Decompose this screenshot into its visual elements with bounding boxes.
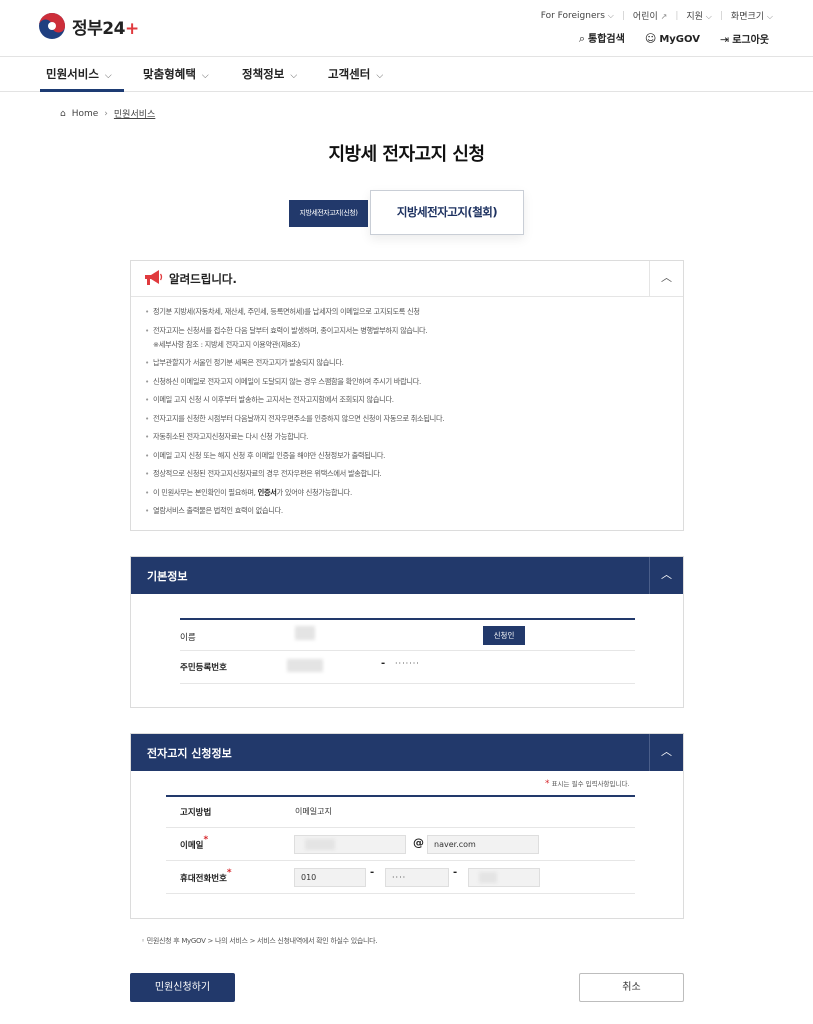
rrn-label: 주민등록번호 bbox=[180, 663, 227, 673]
header: 정부24+ For Foreigners ⌵ | 어린이 ↗ | 지원 ⌵ | … bbox=[0, 0, 813, 56]
phone-label: 휴대전화번호* bbox=[180, 868, 232, 884]
logo-text: 정부24 bbox=[72, 18, 125, 39]
support-link[interactable]: 지원 ⌵ bbox=[686, 9, 712, 22]
notice-apply-title: 전자고지 신청정보 bbox=[147, 747, 232, 760]
chevron-up-icon: ︿ bbox=[661, 271, 672, 284]
list-item: 전자고지를 신청한 시점부터 다음날까지 전자우편주소를 인증하지 않으면 신청… bbox=[145, 414, 669, 424]
email-label: 이메일* bbox=[180, 835, 209, 851]
notice-list: 정기분 지방세(자동차세, 재산세, 주민세, 등록면허세)를 납세자의 이메일… bbox=[131, 297, 683, 516]
breadcrumb-home[interactable]: Home bbox=[72, 109, 99, 119]
required-star: * bbox=[226, 868, 232, 878]
external-link-icon: ↗ bbox=[660, 12, 668, 21]
megaphone-icon bbox=[145, 270, 163, 285]
gnb-customer-center[interactable]: 고객센터 ⌵ bbox=[328, 57, 383, 92]
main-navigation: 민원서비스 ⌵ 맞춤형혜택 ⌵ 정책정보 ⌵ 고객센터 ⌵ bbox=[0, 56, 813, 92]
chevron-up-icon: ︿ bbox=[661, 745, 672, 758]
name-label: 이름 bbox=[180, 633, 196, 643]
notice-header: 알려드립니다. ︿ bbox=[131, 261, 683, 297]
list-item: 정기분 지방세(자동차세, 재산세, 주민세, 등록면허세)를 납세자의 이메일… bbox=[145, 307, 669, 317]
user-icon: ☺ bbox=[644, 31, 657, 45]
chevron-up-icon: ︿ bbox=[661, 568, 672, 581]
notice-box: 알려드립니다. ︿ 정기분 지방세(자동차세, 재산세, 주민세, 등록면허세)… bbox=[130, 260, 684, 531]
chevron-down-icon: ⌵ bbox=[104, 71, 112, 81]
kids-link[interactable]: 어린이 ↗ bbox=[633, 9, 667, 22]
notice-apply-header: 전자고지 신청정보 ︿ bbox=[131, 734, 683, 771]
name-value-blurred bbox=[295, 626, 315, 640]
applicant-button[interactable]: 신청인 bbox=[483, 626, 525, 645]
tab-apply[interactable]: 지방세전자고지(신청) bbox=[289, 200, 368, 227]
search-icon: ⌕ bbox=[578, 32, 586, 45]
list-item: 열람서비스 출력물은 법적인 효력이 없습니다. bbox=[145, 506, 669, 516]
email-domain-input[interactable]: naver.com bbox=[427, 835, 539, 854]
logout-icon: ⇥ bbox=[719, 32, 730, 46]
top-actions: ⌕ 통합검색 ☺ MyGOV ⇥ 로그아웃 bbox=[579, 30, 769, 46]
chevron-down-icon: ⌵ bbox=[607, 10, 614, 20]
list-item: 신청하신 이메일로 전자고지 이메일이 도달되지 않는 경우 스팸함을 확인하여… bbox=[145, 377, 669, 387]
utility-menu: For Foreigners ⌵ | 어린이 ↗ | 지원 ⌵ | 화면크기 ⌵ bbox=[540, 9, 773, 23]
list-item: 이 민원사무는 본인확인이 필요하며, 인증서가 있어야 신청가능합니다. bbox=[145, 488, 669, 498]
phone-last-input[interactable] bbox=[468, 868, 540, 887]
chevron-down-icon: ⌵ bbox=[705, 12, 712, 21]
list-item: 이메일 고지 신청 시 이후부터 발송하는 고지서는 전자고지함에서 조회되지 … bbox=[145, 395, 669, 405]
email-id-input[interactable] bbox=[294, 835, 406, 854]
page-title: 지방세 전자고지 신청 bbox=[328, 144, 485, 165]
phone-dash: - bbox=[370, 867, 375, 878]
list-item: 정상적으로 신청된 전자고지신청자료의 경우 전자우편은 위택스에서 발송합니다… bbox=[145, 469, 669, 479]
phone-first-input[interactable]: 010 bbox=[294, 868, 366, 887]
method-value: 이메일고지 bbox=[295, 807, 332, 816]
logout-button[interactable]: ⇥ 로그아웃 bbox=[720, 31, 769, 46]
collapse-toggle[interactable]: ︿ bbox=[649, 557, 683, 594]
at-sign: @ bbox=[413, 836, 424, 849]
chevron-down-icon: ⌵ bbox=[766, 12, 773, 21]
list-item: 이메일 고지 신청 또는 해지 신청 후 이메일 인증을 해야만 신청정보가 출… bbox=[145, 451, 669, 461]
basic-info-section: 기본정보 ︿ 이름 신청인 주민등록번호 - ······· bbox=[130, 556, 684, 708]
list-item: 납부관할지가 서울인 정기분 세목은 전자고지가 발송되지 않습니다. bbox=[145, 358, 669, 368]
required-star: * bbox=[545, 779, 550, 789]
mygov-button[interactable]: ☺ MyGOV bbox=[645, 32, 700, 45]
phone-dash: - bbox=[453, 867, 458, 878]
breadcrumb: ⌂ Home › 민원서비스 bbox=[60, 107, 155, 121]
chevron-down-icon: ⌵ bbox=[290, 71, 298, 81]
gnb-custom-benefits[interactable]: 맞춤형혜택 ⌵ bbox=[143, 57, 209, 92]
breadcrumb-current[interactable]: 민원서비스 bbox=[114, 107, 155, 120]
cert-emphasis: 인증서 bbox=[257, 487, 277, 497]
required-star: * bbox=[203, 835, 209, 845]
rrn-front-blurred bbox=[287, 659, 323, 672]
cancel-button[interactable]: 취소 bbox=[579, 973, 684, 1002]
notice-apply-section: 전자고지 신청정보 ︿ * 표시는 필수 입력사항입니다. 고지방법 이메일고지… bbox=[130, 733, 684, 919]
chevron-down-icon: ⌵ bbox=[201, 71, 209, 81]
taegeuk-logo-icon bbox=[39, 13, 65, 39]
logo-plus: + bbox=[124, 18, 139, 39]
submit-button[interactable]: 민원신청하기 bbox=[130, 973, 235, 1002]
gnb-policy-info[interactable]: 정책정보 ⌵ bbox=[242, 57, 297, 92]
method-label: 고지방법 bbox=[180, 808, 212, 818]
for-foreigners-link[interactable]: For Foreigners ⌵ bbox=[541, 11, 614, 21]
chevron-down-icon: ⌵ bbox=[376, 71, 384, 81]
list-item: 자동취소된 전자고지신청자료는 다시 신청 가능합니다. bbox=[145, 432, 669, 442]
tab-withdraw[interactable]: 지방세전자고지(철회) bbox=[370, 190, 524, 235]
home-icon: ⌂ bbox=[60, 108, 66, 119]
notice-sub-note: ※세부사항 참조 : 지방세 전자고지 이용약관(제8조) bbox=[153, 339, 300, 349]
gnb-civil-service[interactable]: 민원서비스 ⌵ bbox=[40, 57, 124, 92]
screen-size-link[interactable]: 화면크기 ⌵ bbox=[731, 9, 773, 22]
footnote: ◦ 민원신청 후 MyGOV > 나의 서비스 > 서비스 신청내역에서 확인 … bbox=[141, 937, 378, 945]
basic-info-title: 기본정보 bbox=[147, 570, 188, 583]
basic-info-header: 기본정보 ︿ bbox=[131, 557, 683, 594]
list-item: 전자고지는 신청서를 접수한 다음 달부터 효력이 발생하며, 종이고지서는 병… bbox=[145, 326, 669, 350]
logo[interactable]: 정부24+ bbox=[38, 12, 139, 40]
notice-title: 알려드립니다. bbox=[169, 272, 237, 286]
required-note: * 표시는 필수 입력사항입니다. bbox=[545, 779, 630, 789]
phone-middle-input[interactable]: ···· bbox=[385, 868, 449, 887]
collapse-toggle[interactable]: ︿ bbox=[649, 261, 683, 296]
rrn-dash: - bbox=[381, 658, 386, 669]
chevron-right-icon: › bbox=[104, 108, 108, 119]
integrated-search-button[interactable]: ⌕ 통합검색 bbox=[579, 30, 625, 46]
collapse-toggle[interactable]: ︿ bbox=[649, 734, 683, 771]
rrn-masked: ······· bbox=[395, 659, 420, 668]
